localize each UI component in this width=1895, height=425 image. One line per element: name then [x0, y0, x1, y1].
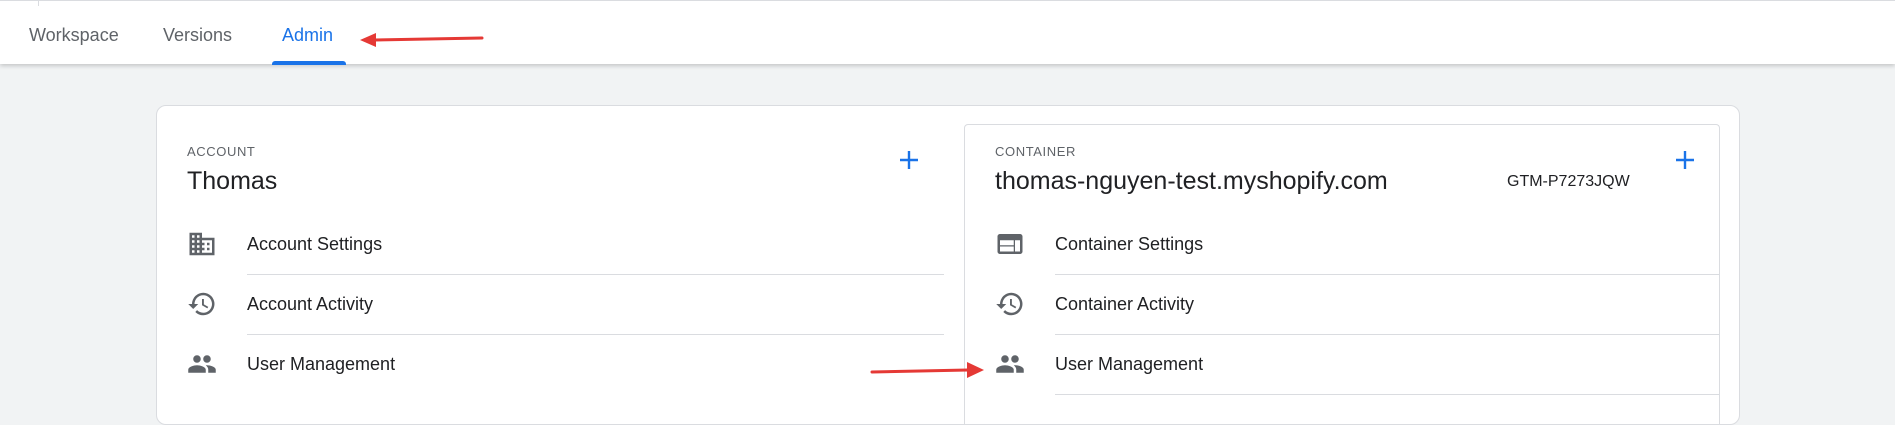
- row-divider: [1055, 394, 1719, 395]
- add-container-button[interactable]: [1671, 146, 1699, 174]
- web-icon: [995, 229, 1025, 259]
- people-icon: [187, 349, 217, 379]
- history-icon: [187, 289, 217, 319]
- tab-workspace[interactable]: Workspace: [29, 25, 119, 46]
- account-activity-link[interactable]: Account Activity: [247, 294, 373, 315]
- row-divider: [1055, 274, 1719, 275]
- account-user-management-link[interactable]: User Management: [247, 354, 395, 375]
- account-section-label: ACCOUNT: [187, 144, 256, 159]
- account-name: Thomas: [187, 167, 278, 195]
- container-name: thomas-nguyen-test.myshopify.com: [995, 167, 1388, 195]
- people-icon: [995, 349, 1025, 379]
- container-user-management-link[interactable]: User Management: [1055, 354, 1203, 375]
- container-id: GTM-P7273JQW: [1507, 173, 1630, 190]
- row-divider: [247, 274, 944, 275]
- tab-versions[interactable]: Versions: [163, 25, 232, 46]
- container-activity-link[interactable]: Container Activity: [1055, 294, 1194, 315]
- tab-admin[interactable]: Admin: [282, 25, 333, 46]
- plus-icon: [1676, 151, 1694, 169]
- container-section-label: CONTAINER: [995, 144, 1076, 159]
- plus-icon: [900, 151, 918, 169]
- row-divider: [1055, 334, 1719, 335]
- row-divider: [247, 334, 944, 335]
- active-tab-indicator: [272, 61, 346, 65]
- history-icon: [995, 289, 1025, 319]
- add-account-button[interactable]: [895, 146, 923, 174]
- building-icon: [187, 229, 217, 259]
- account-settings-link[interactable]: Account Settings: [247, 234, 382, 255]
- top-nav-bar: Workspace Versions Admin: [0, 0, 1895, 65]
- edge-divider: [38, 1, 39, 6]
- container-settings-link[interactable]: Container Settings: [1055, 234, 1203, 255]
